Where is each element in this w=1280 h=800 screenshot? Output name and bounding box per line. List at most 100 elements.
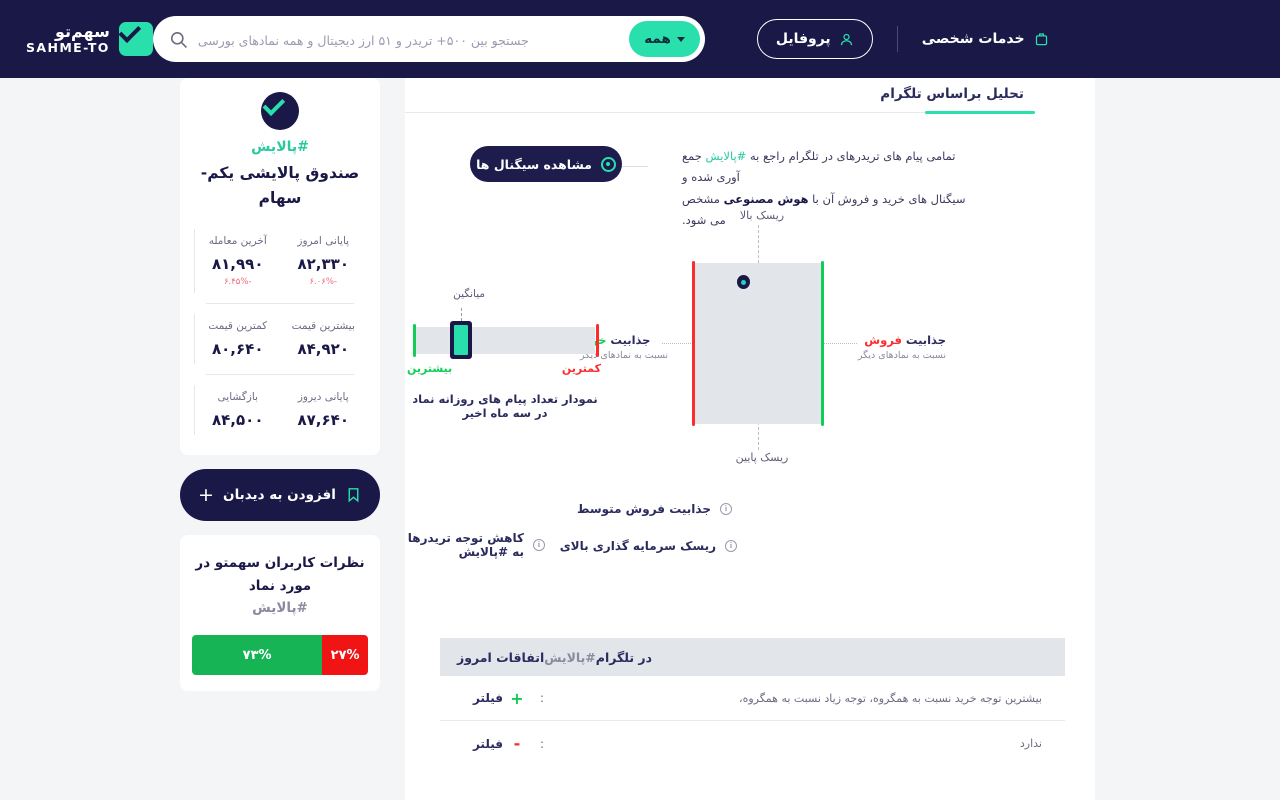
opinions-title-hashtag: #پالایش xyxy=(252,600,308,617)
bookmark-icon xyxy=(348,488,359,503)
slider-max-marker xyxy=(413,324,416,357)
stats-row-2: کمترین قیمت ۸۰,۶۴۰ بیشترین قیمت ۸۴,۹۲۰ xyxy=(194,313,366,364)
profile-button[interactable]: پروفایل xyxy=(756,19,873,59)
briefcase-icon xyxy=(1035,33,1047,46)
intro-line1-a: تمامی پیام های تریدرهای در تلگرام راجع ب… xyxy=(746,149,956,163)
row-value: ندارد xyxy=(1019,737,1042,750)
intro-section: تمامی پیام های تریدرهای در تلگرام راجع ب… xyxy=(405,144,1095,227)
stat-label: بازگشایی xyxy=(217,390,258,403)
search-icon[interactable] xyxy=(169,30,188,49)
user-opinions-title: نظرات کاربران سهمتو در مورد نماد #پالایش xyxy=(192,552,368,621)
search-bar[interactable]: همه جستجو بین ۵۰۰+ تریدر و ۵۱ ارز دیجیتا… xyxy=(152,16,705,62)
quadrant-buy-title-a: جذابیت xyxy=(606,333,651,347)
quadrant-plot-area xyxy=(695,263,823,424)
quadrant-sell-title-b: فروش xyxy=(864,333,902,347)
badge-risk-label: ریسک سرمایه گذاری بالای xyxy=(559,539,716,553)
chevron-down-icon xyxy=(676,36,685,42)
opinions-positive-segment[interactable]: ۷۳% xyxy=(192,635,323,676)
page-body: تحلیل براساس تلگرام تمامی پیام های تریدر… xyxy=(0,78,1280,800)
table-row[interactable]: فیلتر - : ندارد xyxy=(440,721,1065,766)
plus-icon: + xyxy=(198,483,214,506)
quadrant-sell-title-a: جذابیت xyxy=(901,333,946,347)
badge-trader-attention[interactable]: کاهش توجه تریدرها به #پالایش i xyxy=(405,531,545,559)
app-root: سهم‌تو SAHME-TO همه جستجو بین ۵۰۰+ تریدر… xyxy=(0,0,1280,800)
symbol-hashtag[interactable]: #پالایش xyxy=(194,139,366,155)
user-icon xyxy=(840,33,852,45)
telegram-events-table: اتفاقات امروز #پالایش در تلگرام فیلتر + … xyxy=(440,638,1065,766)
stat-value: ۸۴,۵۰۰ xyxy=(212,410,264,429)
check-circle-icon xyxy=(261,92,299,130)
info-icon[interactable]: i xyxy=(720,503,732,515)
navbar-divider xyxy=(896,26,898,52)
slider-average-label: میانگین xyxy=(453,288,485,300)
search-input-wrap[interactable]: جستجو بین ۵۰۰+ تریدر و ۵۱ ارز دیجیتال و … xyxy=(188,30,629,49)
stat-label: پایانی امروز xyxy=(297,234,350,247)
personal-services-link[interactable]: خدمات شخصی xyxy=(922,31,1049,47)
slider-max-label: بیشترین xyxy=(407,362,453,375)
logo[interactable]: سهم‌تو SAHME-TO xyxy=(26,22,153,56)
info-icon[interactable]: i xyxy=(725,540,737,552)
opinions-title-text: نظرات کاربران سهمتو در مورد نماد xyxy=(195,554,365,594)
stats-row-3: بازگشایی ۸۴,۵۰۰ پایانی دیروز ۸۷,۶۴۰ xyxy=(194,384,367,435)
add-to-watchlist-button[interactable]: + افزودن به دیدبان xyxy=(180,468,380,521)
quadrant-bottom-label: ریسک پایین xyxy=(735,451,789,464)
row-colon: : xyxy=(539,736,545,751)
tab-rule xyxy=(405,112,925,113)
search-filter-dropdown[interactable]: همه xyxy=(629,21,700,57)
stats-row-1: آخرین معامله ۸۱,۹۹۰ -۶.۴۵% پایانی امروز … xyxy=(194,228,366,293)
slider-min-marker xyxy=(596,324,599,357)
row-sign-positive: + xyxy=(510,688,524,708)
table-header-hashtag: #پالایش xyxy=(544,649,596,665)
info-icon[interactable]: i xyxy=(533,539,545,551)
main-content-panel: تحلیل براساس تلگرام تمامی پیام های تریدر… xyxy=(405,78,1095,800)
quadrant-top-label: ریسک بالا xyxy=(739,209,785,222)
stat-label: پایانی دیروز xyxy=(297,390,349,403)
quadrant-sell-bar xyxy=(692,261,695,426)
stats-separator xyxy=(206,302,354,304)
table-header-a: اتفاقات امروز xyxy=(457,649,545,665)
stat-change: -۶.۰۶% xyxy=(309,276,338,287)
navbar-actions: پروفایل خدمات شخصی xyxy=(756,19,1049,59)
badge-sell-label: جذابیت فروش متوسط xyxy=(577,502,711,516)
quadrant-sell-sub: نسبت به نمادهای دیگر xyxy=(857,350,946,361)
stat-change: -۶.۴۵% xyxy=(223,276,252,287)
tab-active-underline xyxy=(925,111,1035,114)
user-opinions-card: نظرات کاربران سهمتو در مورد نماد #پالایش… xyxy=(180,534,380,692)
check-square-icon xyxy=(118,22,153,56)
stats-separator xyxy=(206,373,354,375)
view-signals-label: مشاهده سیگنال ها xyxy=(476,156,592,172)
table-header: اتفاقات امروز #پالایش در تلگرام xyxy=(440,638,1065,676)
search-filter-label: همه xyxy=(644,31,671,47)
stat-value: ۸۲,۳۳۰ xyxy=(297,254,349,273)
search-input[interactable]: جستجو بین ۵۰۰+ تریدر و ۵۱ ارز دیجیتال و … xyxy=(198,33,529,48)
logo-label-fa: سهم‌تو xyxy=(54,22,110,42)
daily-message-range-chart: میانگین کمترین بیشترین نمودار تعداد پیام… xyxy=(405,288,605,420)
table-row[interactable]: فیلتر + : بیشترین توجه خرید نسبت به همگر… xyxy=(440,676,1065,721)
profile-label: پروفایل xyxy=(775,31,831,47)
quadrant-symbol-marker[interactable] xyxy=(737,275,750,289)
stat-lowest-price: کمترین قیمت ۸۰,۶۴۰ xyxy=(194,313,281,364)
symbol-stats-grid: آخرین معامله ۸۱,۹۹۰ -۶.۴۵% پایانی امروز … xyxy=(194,228,367,435)
table-header-b: در تلگرام xyxy=(595,649,653,665)
row-filter-label: فیلتر xyxy=(472,691,503,705)
stat-value: ۸۱,۹۹۰ xyxy=(212,254,264,273)
quadrant-buy-bar xyxy=(821,261,824,426)
stat-closing-yesterday: پایانی دیروز ۸۷,۶۴۰ xyxy=(281,385,367,435)
stat-label: بیشترین قیمت xyxy=(291,319,355,332)
logo-text: سهم‌تو SAHME-TO xyxy=(26,22,110,54)
opinions-negative-segment[interactable]: ۲۷% xyxy=(322,635,368,676)
badge-investment-risk[interactable]: ریسک سرمایه گذاری بالای i xyxy=(560,539,737,553)
slider-current-handle[interactable] xyxy=(450,321,472,359)
stat-opening: بازگشایی ۸۴,۵۰۰ xyxy=(194,384,281,435)
badge-sell-attractiveness[interactable]: جذابیت فروش متوسط i xyxy=(577,502,732,516)
stat-value: ۸۴,۹۲۰ xyxy=(297,339,349,358)
tab-telegram-analysis[interactable]: تحلیل براساس تلگرام xyxy=(880,86,1024,102)
slider-min-label: کمترین xyxy=(561,362,601,375)
slider-track xyxy=(413,327,595,354)
user-opinions-bar: ۲۷% ۷۳% xyxy=(192,635,368,676)
view-signals-button[interactable]: مشاهده سیگنال ها xyxy=(470,146,622,182)
symbol-summary-card: #پالایش صندوق پالایشی یکم-سهام آخرین معا… xyxy=(180,78,380,455)
intro-hashtag: #پالایش xyxy=(705,149,747,163)
stat-last-trade: آخرین معامله ۸۱,۹۹۰ -۶.۴۵% xyxy=(194,228,281,293)
stat-value: ۸۰,۶۴۰ xyxy=(212,339,264,358)
